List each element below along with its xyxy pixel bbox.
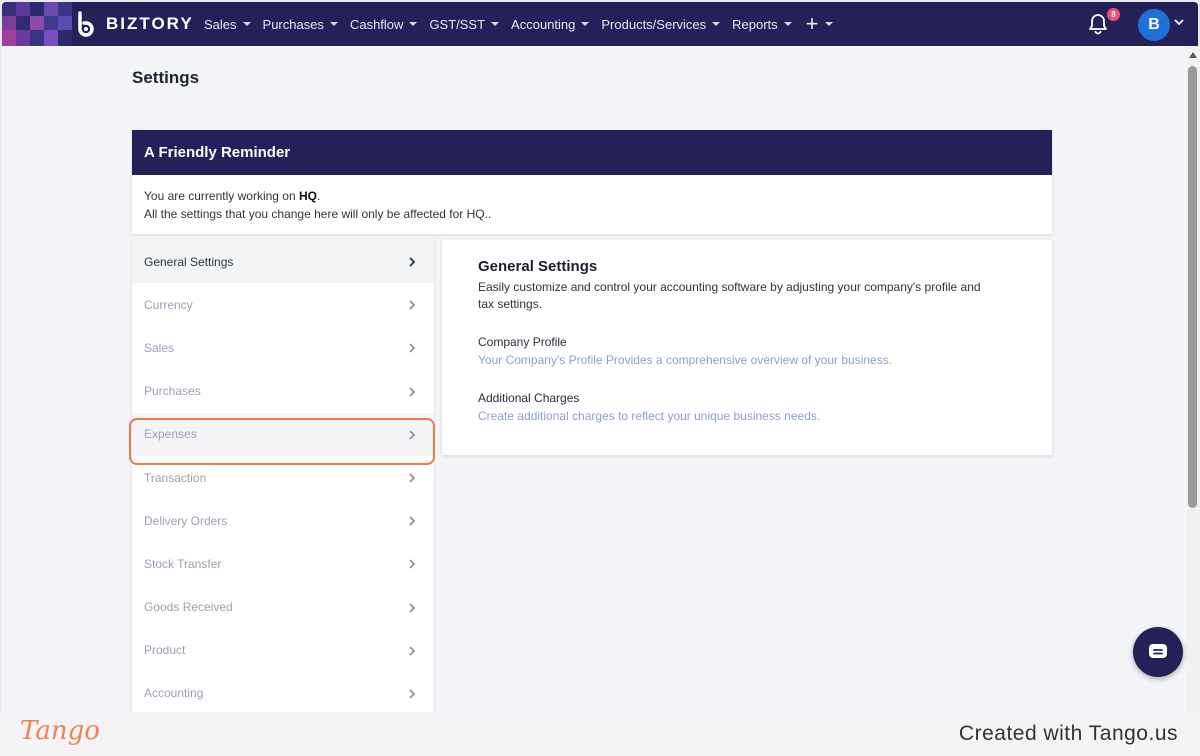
- caret-down-icon: [409, 22, 418, 26]
- sidebar-item-label: Sales: [144, 340, 175, 355]
- caret-down-icon: [581, 22, 590, 26]
- nav-cashflow[interactable]: Cashflow: [349, 16, 418, 32]
- reminder-line-1-prefix: You are currently working on: [144, 189, 299, 203]
- nav-purchases-label: Purchases: [262, 16, 324, 32]
- reminder-line-1: You are currently working on HQ.: [144, 187, 1040, 205]
- app-name: BIZTORY: [106, 14, 194, 33]
- chevron-right-icon: [409, 602, 416, 613]
- nav-cashflow-label: Cashflow: [349, 16, 404, 32]
- sidebar-item-label: Currency: [144, 297, 193, 312]
- plus-icon: +: [805, 11, 819, 36]
- link-subtitle: Your Company's Profile Provides a compre…: [478, 353, 893, 367]
- reminder-body: You are currently working on HQ. All the…: [132, 175, 1052, 235]
- caret-down-icon: [491, 22, 500, 26]
- page-scrollbar[interactable]: [1186, 46, 1200, 712]
- caret-down-icon: [824, 22, 833, 26]
- panel-title: General Settings: [478, 258, 598, 275]
- tango-logo: Tango: [20, 716, 100, 746]
- scroll-thumb[interactable]: [1188, 66, 1197, 508]
- chat-button[interactable]: [1133, 627, 1183, 677]
- sidebar-item-label: Product: [144, 643, 186, 658]
- footer-credit: Created with Tango.us: [958, 722, 1178, 745]
- link-title: Additional Charges: [478, 391, 580, 405]
- chevron-right-icon: [409, 257, 416, 267]
- sidebar-item-label: Purchases: [144, 384, 201, 399]
- chevron-right-icon: [409, 386, 416, 397]
- sidebar-item-accounting[interactable]: Accounting: [132, 672, 434, 712]
- avatar[interactable]: B: [1138, 9, 1170, 41]
- sidebar-item-label: Delivery Orders: [144, 513, 228, 528]
- sidebar-item-general-settings[interactable]: General Settings: [132, 240, 434, 284]
- nav-products-services[interactable]: Products/Services: [601, 16, 721, 32]
- chevron-right-icon: [409, 300, 416, 310]
- sidebar-item-label: Transaction: [144, 470, 207, 485]
- sidebar-item-purchases[interactable]: Purchases: [132, 370, 434, 413]
- reminder-title: A Friendly Reminder: [132, 130, 1052, 175]
- nav-accounting[interactable]: Accounting: [511, 16, 590, 32]
- chevron-right-icon: [409, 559, 416, 569]
- nav-gst-sst[interactable]: GST/SST: [429, 16, 500, 32]
- bell-icon[interactable]: [1088, 13, 1108, 35]
- top-navbar: BIZTORY Sales Purchases Cashflow GST/SST…: [2, 2, 1198, 46]
- link-title: Company Profile: [478, 335, 567, 349]
- caret-down-icon: [712, 22, 721, 26]
- scroll-up-arrow-icon[interactable]: [1189, 52, 1197, 58]
- reminder-line-1-suffix: .: [316, 189, 321, 203]
- nav-sales[interactable]: Sales: [204, 17, 251, 32]
- sidebar-item-delivery-orders[interactable]: Delivery Orders: [132, 499, 434, 542]
- link-subtitle: Create additional charges to reflect you…: [478, 409, 821, 423]
- sidebar-item-label: Accounting: [144, 686, 204, 701]
- sidebar-item-label: General Settings: [144, 254, 234, 269]
- main-menu: Sales Purchases Cashflow GST/SST Account…: [204, 2, 845, 46]
- caret-down-icon: [783, 22, 792, 26]
- nav-purchases[interactable]: Purchases: [263, 17, 338, 32]
- sidebar-item-stock-transfer[interactable]: Stock Transfer: [132, 542, 434, 585]
- caret-down-icon: [329, 22, 338, 26]
- nav-reports[interactable]: Reports: [732, 17, 792, 32]
- sidebar-item-product[interactable]: Product: [132, 629, 434, 672]
- tango-footer: Tango Created with Tango.us: [0, 712, 1200, 756]
- nav-sales-label: Sales: [204, 16, 237, 32]
- biztory-logo[interactable]: BIZTORY: [76, 11, 194, 37]
- reminder-line-2: All the settings that you change here wi…: [144, 207, 492, 221]
- nav-quick-add[interactable]: +: [804, 13, 833, 35]
- caret-down-icon: [242, 22, 251, 26]
- general-settings-panel: General Settings Easily customize and co…: [442, 240, 1052, 455]
- reminder-branch: HQ: [298, 189, 317, 203]
- sidebar-item-label: Stock Transfer: [144, 556, 222, 571]
- nav-accounting-label: Accounting: [511, 16, 576, 32]
- click-highlight-expenses: [129, 418, 435, 465]
- nav-products-services-label: Products/Services: [601, 16, 707, 32]
- chevron-right-icon: [409, 646, 416, 656]
- chat-icon: [1149, 644, 1167, 658]
- settings-sidebar: General Settings Currency Sales Purchase…: [132, 240, 434, 712]
- chevron-right-icon: [409, 689, 416, 699]
- sidebar-item-sales[interactable]: Sales: [132, 326, 434, 369]
- sidebar-item-label: Goods Received: [144, 600, 233, 615]
- nav-gst-sst-label: GST/SST: [429, 16, 486, 32]
- main-content: Settings A Friendly Reminder You are cur…: [2, 46, 1186, 712]
- chevron-right-icon: [409, 343, 416, 354]
- additional-charges-link[interactable]: Additional Charges Create additional cha…: [478, 391, 1016, 423]
- sidebar-item-goods-received[interactable]: Goods Received: [132, 586, 434, 629]
- page-title: Settings: [132, 68, 200, 87]
- chevron-right-icon: [409, 473, 416, 483]
- sidebar-item-currency[interactable]: Currency: [132, 283, 434, 326]
- panel-description: Easily customize and control your accoun…: [478, 280, 981, 311]
- chevron-down-icon[interactable]: [1174, 17, 1184, 27]
- biztory-logo-icon: [78, 11, 94, 37]
- notification-badge: 8: [1107, 8, 1120, 21]
- friendly-reminder-card: A Friendly Reminder You are currently wo…: [132, 130, 1052, 234]
- app-frame: BIZTORY Sales Purchases Cashflow GST/SST…: [0, 0, 1200, 712]
- nav-reports-label: Reports: [732, 16, 778, 32]
- chevron-right-icon: [409, 516, 416, 526]
- company-profile-link[interactable]: Company Profile Your Company's Profile P…: [478, 335, 1016, 367]
